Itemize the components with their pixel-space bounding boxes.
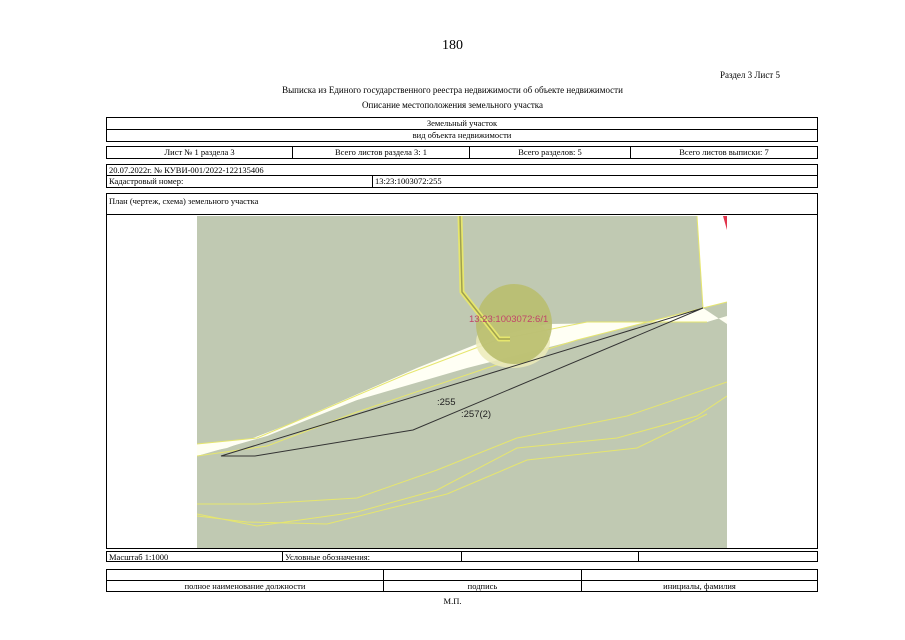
page-number: 180 (442, 38, 463, 53)
neighbor-parcel-label: 13:23:1003072:6/1 (469, 314, 548, 325)
doc-date-number: 20.07.2022г. № КУВИ-001/2022-122135406 (109, 165, 264, 175)
signature-field (384, 570, 582, 580)
section-reference: Раздел 3 Лист 5 (719, 70, 780, 80)
object-type: Земельный участок (426, 118, 498, 128)
legend-cell-1 (462, 552, 639, 561)
signature-table: полное наименование должности подпись ин… (106, 569, 818, 592)
parcel-label: :255 (437, 397, 456, 408)
name-field (582, 570, 817, 580)
map-divider (107, 214, 817, 215)
position-caption: полное наименование должности (107, 581, 384, 592)
stamp-placeholder: М.П. (443, 596, 462, 606)
parcel-map: 13:23:1003072:6/1 :255 :257(2) (197, 216, 727, 548)
document-subtitle: Описание местоположения земельного участ… (362, 100, 543, 110)
map-caption: План (чертеж, схема) земельного участка (109, 196, 259, 206)
name-caption: инициалы, фамилия (663, 581, 736, 591)
legend-cell-2 (639, 552, 817, 561)
sheet-number: Лист № 1 раздела 3 (107, 147, 293, 158)
scale-legend-row: Масштаб 1:1000 Условные обозначения: (106, 551, 818, 562)
document-title: Выписка из Единого государственного реес… (282, 85, 623, 95)
total-sheets-extract: Всего листов выписки: 7 (679, 147, 769, 157)
cadastral-label: Кадастровый номер: (107, 176, 373, 187)
doc-info-table: 20.07.2022г. № КУВИ-001/2022-122135406 К… (106, 164, 818, 188)
signature-caption: подпись (384, 581, 582, 592)
sheet-info-row: Лист № 1 раздела 3 Всего листов раздела … (106, 146, 818, 159)
object-type-table: Земельный участок вид объекта недвижимос… (106, 117, 818, 142)
legend-label: Условные обозначения: (283, 552, 462, 561)
total-sections: Всего разделов: 5 (470, 147, 631, 158)
cadastral-number: 13:23:1003072:255 (375, 176, 442, 186)
object-type-caption: вид объекта недвижимости (412, 130, 512, 140)
position-field (107, 570, 384, 580)
total-sheets-section: Всего листов раздела 3: 1 (293, 147, 470, 158)
scale-text: Масштаб 1:1000 (107, 552, 283, 561)
adjacent-parcel-label: :257(2) (461, 409, 491, 420)
